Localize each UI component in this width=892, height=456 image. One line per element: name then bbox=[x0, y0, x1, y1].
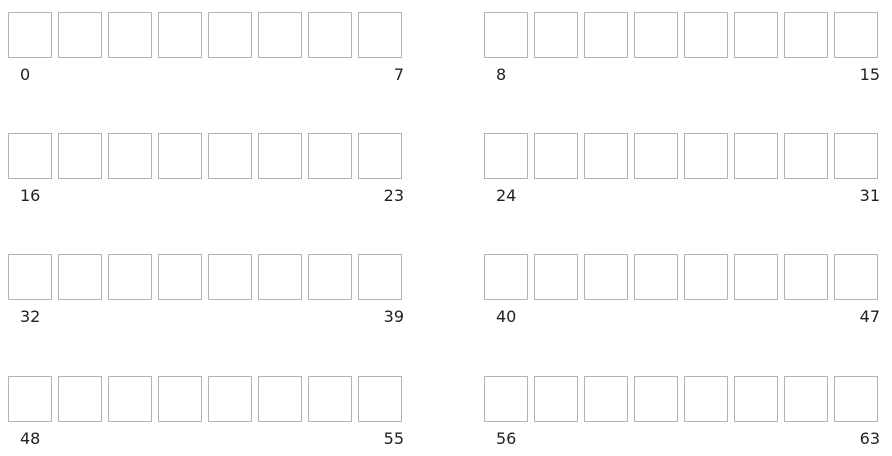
end-bit-label: 7 bbox=[393, 65, 404, 84]
bit-cell bbox=[734, 12, 778, 58]
bit-cell bbox=[784, 376, 828, 422]
bit-cell bbox=[834, 133, 878, 179]
bit-cell bbox=[534, 133, 578, 179]
bit-cell bbox=[634, 12, 678, 58]
bit-cell bbox=[208, 376, 252, 422]
bit-cell bbox=[308, 133, 352, 179]
start-bit-label: 8 bbox=[496, 65, 507, 84]
bit-cell bbox=[534, 254, 578, 300]
bit-group: 48 55 bbox=[8, 376, 408, 456]
start-bit-label: 16 bbox=[20, 186, 41, 205]
bit-cell bbox=[584, 376, 628, 422]
bit-cell bbox=[484, 12, 528, 58]
bit-cell bbox=[8, 376, 52, 422]
bit-cell bbox=[358, 254, 402, 300]
bit-cell bbox=[258, 12, 302, 58]
bit-cell bbox=[58, 254, 102, 300]
end-bit-label: 15 bbox=[859, 65, 880, 84]
bit-grid: 0 7 8 15 16 23 24 31 32 39 40 47 48 55 56 63 bbox=[0, 0, 892, 453]
bit-cell bbox=[734, 376, 778, 422]
bit-cell bbox=[484, 376, 528, 422]
bit-cell bbox=[208, 12, 252, 58]
end-bit-label: 39 bbox=[383, 307, 404, 326]
bit-cell bbox=[634, 254, 678, 300]
end-bit-label: 31 bbox=[859, 186, 880, 205]
bit-cell bbox=[108, 12, 152, 58]
bit-cell bbox=[734, 133, 778, 179]
bit-cell bbox=[634, 133, 678, 179]
bit-cell bbox=[634, 376, 678, 422]
bit-cell bbox=[584, 133, 628, 179]
bit-cell bbox=[358, 376, 402, 422]
bit-cell bbox=[684, 254, 728, 300]
bit-cell bbox=[484, 133, 528, 179]
bit-cell bbox=[584, 12, 628, 58]
start-bit-label: 40 bbox=[496, 307, 517, 326]
bit-group: 16 23 bbox=[8, 133, 408, 213]
bit-cell bbox=[308, 12, 352, 58]
bit-cell bbox=[534, 12, 578, 58]
bit-cell bbox=[358, 133, 402, 179]
bit-cell bbox=[58, 133, 102, 179]
end-bit-label: 47 bbox=[859, 307, 880, 326]
bit-cell bbox=[108, 376, 152, 422]
bit-cell bbox=[8, 12, 52, 58]
bit-cell bbox=[158, 12, 202, 58]
bit-cell bbox=[258, 133, 302, 179]
bit-cell bbox=[534, 376, 578, 422]
bit-cell bbox=[684, 376, 728, 422]
bit-cell bbox=[158, 376, 202, 422]
bit-cell bbox=[158, 133, 202, 179]
bit-cell bbox=[834, 376, 878, 422]
end-bit-label: 55 bbox=[383, 429, 404, 448]
bit-cell bbox=[784, 133, 828, 179]
end-bit-label: 63 bbox=[859, 429, 880, 448]
bit-cell bbox=[784, 12, 828, 58]
bit-cell bbox=[58, 376, 102, 422]
start-bit-label: 32 bbox=[20, 307, 41, 326]
bit-group: 56 63 bbox=[484, 376, 884, 456]
bit-cell bbox=[8, 254, 52, 300]
end-bit-label: 23 bbox=[383, 186, 404, 205]
bit-group: 40 47 bbox=[484, 254, 884, 334]
bit-cell bbox=[834, 254, 878, 300]
bit-group: 07 bbox=[8, 12, 408, 92]
bit-cell bbox=[784, 254, 828, 300]
bit-cell bbox=[158, 254, 202, 300]
bit-cell bbox=[834, 12, 878, 58]
bit-cell bbox=[308, 376, 352, 422]
bit-cell bbox=[584, 254, 628, 300]
bit-group: 8 15 bbox=[484, 12, 884, 92]
bit-cell bbox=[684, 133, 728, 179]
bit-cell bbox=[258, 254, 302, 300]
bit-cell bbox=[734, 254, 778, 300]
start-bit-label: 24 bbox=[496, 186, 517, 205]
bit-group: 24 31 bbox=[484, 133, 884, 213]
start-bit-label: 48 bbox=[20, 429, 41, 448]
bit-group: 32 39 bbox=[8, 254, 408, 334]
bit-cell bbox=[358, 12, 402, 58]
bit-cell bbox=[58, 12, 102, 58]
bit-cell bbox=[8, 133, 52, 179]
bit-cell bbox=[108, 133, 152, 179]
bit-cell bbox=[484, 254, 528, 300]
bit-cell bbox=[308, 254, 352, 300]
bit-cell bbox=[208, 133, 252, 179]
bit-cell bbox=[208, 254, 252, 300]
bit-cell bbox=[258, 376, 302, 422]
bit-cell bbox=[108, 254, 152, 300]
start-bit-label: 56 bbox=[496, 429, 517, 448]
bit-cell bbox=[684, 12, 728, 58]
start-bit-label: 0 bbox=[20, 65, 31, 84]
